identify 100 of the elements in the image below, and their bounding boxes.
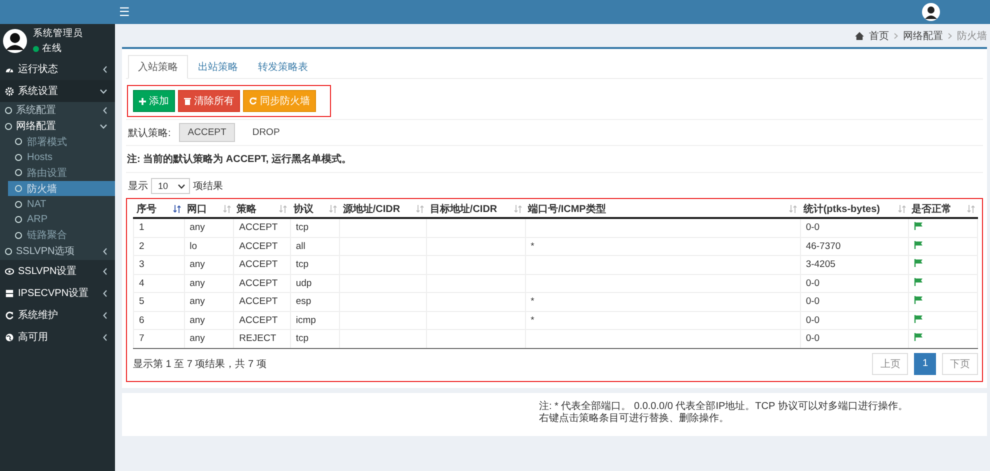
column-header[interactable]: 源地址/CIDR	[340, 201, 427, 218]
chevron-left-icon	[103, 248, 107, 255]
circle-icon	[5, 248, 12, 255]
table-cell: 0-0	[800, 292, 909, 311]
page-button[interactable]: 上页	[872, 352, 908, 374]
table-cell: 4	[134, 274, 184, 292]
column-header[interactable]: 序号	[134, 201, 184, 218]
breadcrumb-link[interactable]: 网络配置	[903, 28, 943, 42]
page-button[interactable]: 下页	[942, 352, 978, 374]
sidebar-item[interactable]: 系统配置	[0, 102, 115, 118]
sidebar-item[interactable]: NAT	[0, 196, 115, 212]
sidebar-item[interactable]: Hosts	[0, 150, 115, 166]
chevron-down-icon	[100, 124, 107, 128]
sidebar-item[interactable]: 网络配置	[0, 118, 115, 134]
sidebar-item[interactable]: 防火墙	[8, 180, 115, 196]
table-cell: ACCEPT	[234, 292, 290, 311]
policy-button[interactable]: ACCEPT	[178, 123, 236, 142]
table-cell: 0-0	[800, 218, 909, 237]
circle-icon	[5, 106, 12, 114]
table-cell: REJECT	[234, 330, 290, 348]
column-header[interactable]: 网口	[184, 201, 234, 218]
chevron-left-icon	[103, 334, 107, 341]
chevron-left-icon	[103, 268, 107, 275]
sidebar-item[interactable]: ARP	[0, 212, 115, 228]
note-text: 注: * 代表全部端口。 0.0.0.0/0 代表全部IP地址。TCP 协议可以对多端口进行操作。	[539, 400, 909, 412]
refresh-icon	[249, 97, 257, 105]
table-cell: tcp	[290, 218, 340, 237]
sidebar-item[interactable]: IPSECVPN设置	[0, 282, 115, 304]
user-name: 系统管理员	[33, 27, 83, 40]
sort-icon	[966, 205, 974, 213]
circle-icon	[15, 216, 22, 224]
sidebar-item[interactable]: SSLVPN设置	[0, 260, 115, 282]
column-header[interactable]: 端口号/ICMP类型	[525, 201, 800, 218]
sort-icon	[514, 205, 522, 213]
table-cell: tcp	[290, 330, 340, 348]
chevron-left-icon	[103, 290, 107, 297]
tab[interactable]: 出站策略	[188, 55, 248, 79]
page-size-select[interactable]: 10	[151, 178, 190, 194]
table-info: 显示第 1 至 7 项结果，共 7 项	[133, 358, 266, 370]
delete-button[interactable]: 清除所有	[178, 90, 240, 112]
chevron-left-icon	[103, 66, 107, 72]
table-cell: 1	[134, 218, 184, 237]
table-cell: 6	[134, 311, 184, 330]
tab[interactable]: 入站策略	[128, 55, 188, 79]
field-label: 项结果	[193, 180, 224, 193]
page-button[interactable]: 1	[914, 352, 936, 374]
field-label: 默认策略:	[128, 126, 171, 140]
table-cell: *	[525, 237, 800, 256]
chevron-right-icon	[894, 32, 898, 38]
table-cell: ACCEPT	[234, 218, 290, 237]
table-cell: ACCEPT	[234, 311, 290, 330]
chevron-left-icon	[103, 106, 107, 114]
table-cell: all	[290, 237, 340, 256]
table-cell: lo	[184, 237, 234, 256]
column-header[interactable]: 协议	[290, 201, 340, 218]
globe-icon	[5, 332, 14, 342]
column-header[interactable]: 是否正常	[908, 201, 978, 218]
table-cell: 7	[134, 330, 184, 348]
tab[interactable]: 转发策略表	[248, 55, 318, 79]
user-avatar-icon[interactable]	[922, 3, 940, 21]
table-cell: *	[525, 292, 800, 311]
chevron-down-icon	[100, 88, 107, 94]
sidebar-item[interactable]: 路由设置	[0, 165, 115, 181]
table-cell: ACCEPT	[234, 256, 290, 274]
sort-icon	[173, 205, 182, 213]
table-cell: 5	[134, 292, 184, 311]
sort-icon	[789, 205, 798, 213]
sidebar-item[interactable]: 系统设置	[0, 80, 115, 102]
chevron-left-icon	[103, 312, 107, 319]
table-cell: tcp	[290, 256, 340, 274]
field-label: 显示	[128, 180, 148, 193]
column-header[interactable]: 策略	[234, 201, 290, 218]
chevron-right-icon	[948, 32, 952, 38]
table-cell: 0-0	[800, 274, 909, 292]
table-cell: any	[184, 292, 234, 311]
sort-icon	[416, 205, 424, 213]
sidebar-item[interactable]: SSLVPN选项	[0, 243, 115, 260]
sidebar-item[interactable]: 运行状态	[0, 58, 115, 80]
sidebar-item[interactable]: 高可用	[0, 326, 115, 348]
home-icon	[855, 32, 864, 40]
circle-icon	[5, 122, 12, 130]
sort-icon	[279, 205, 288, 213]
table-cell: 46-7370	[800, 237, 909, 256]
sort-icon	[328, 205, 337, 213]
circle-icon	[15, 232, 22, 239]
table-cell: 2	[134, 237, 184, 256]
note-text: 注: 当前的默认策略为 ACCEPT, 运行黑名单模式。	[127, 152, 352, 167]
refresh-icon	[5, 310, 14, 320]
column-header[interactable]: 统计(ptks-bytes)	[800, 201, 909, 218]
table-cell: any	[184, 330, 234, 348]
breadcrumb-link[interactable]: 首页	[869, 28, 889, 42]
table-cell: ACCEPT	[234, 237, 290, 256]
sidebar-item[interactable]: 部署模式	[0, 134, 115, 150]
eye-icon	[5, 266, 14, 276]
column-header[interactable]: 目标地址/CIDR	[426, 201, 526, 218]
sidebar-item[interactable]: 系统维护	[0, 304, 115, 326]
caret-icon	[178, 184, 186, 188]
circle-icon	[15, 200, 22, 208]
table-cell: icmp	[290, 311, 340, 330]
sidebar-item[interactable]: 链路聚合	[0, 228, 115, 244]
